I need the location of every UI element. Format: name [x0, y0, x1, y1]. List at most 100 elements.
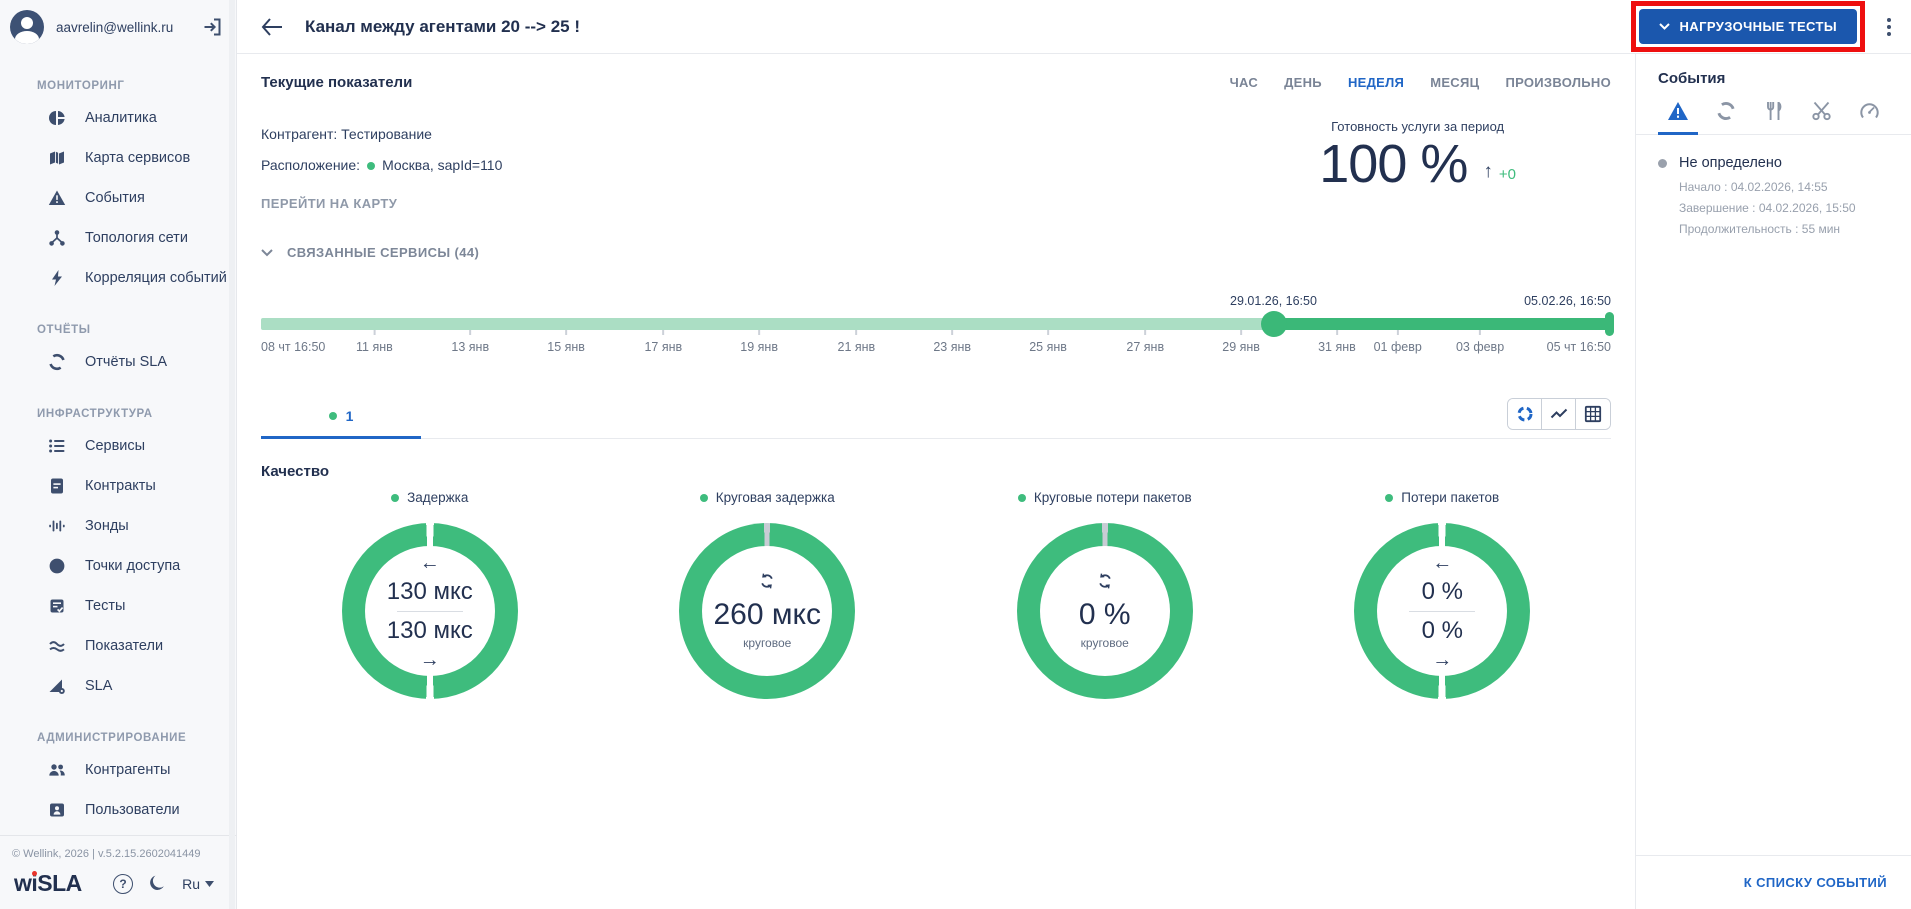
document-icon [47, 476, 67, 496]
chevron-down-icon [261, 249, 273, 257]
tab-service-1[interactable]: 1 [261, 398, 421, 439]
sidebar-item-event-correlation[interactable]: Корреляция событий [0, 258, 236, 298]
line-chart-icon [1550, 405, 1568, 423]
alert-triangle-icon [1667, 101, 1689, 121]
axis-tick: 29 янв [1222, 330, 1260, 354]
axis-tick: 11 янв [356, 330, 393, 354]
sidebar-item-sla[interactable]: SLA [0, 666, 236, 706]
language-selector[interactable]: Ru [182, 876, 214, 892]
tab-month[interactable]: МЕСЯЦ [1430, 75, 1479, 90]
event-item[interactable]: Не определено Начало : 04.02.2026, 14:55… [1636, 135, 1911, 260]
section-infrastructure: ИНФРАСТРУКТУРА [37, 408, 236, 420]
slider-end-handle[interactable] [1605, 312, 1614, 336]
topology-icon [47, 228, 67, 248]
slider-axis: 08 чт 16:50 11 янв 13 янв 15 янв 17 янв … [261, 330, 1611, 370]
sidebar-item-counterparties[interactable]: Контрагенты [0, 750, 236, 790]
sidebar-item-tests[interactable]: Тесты [0, 586, 236, 626]
scissors-icon [1811, 101, 1832, 121]
sidebar-item-label: Зонды [85, 518, 129, 534]
events-tab-threshold[interactable] [1849, 101, 1889, 135]
related-services-toggle[interactable]: СВЯЗАННЫЕ СЕРВИСЫ (44) [261, 245, 1611, 260]
help-icon[interactable]: ? [113, 874, 133, 894]
tab-hour[interactable]: ЧАС [1230, 75, 1259, 90]
axis-tick: 03 февр [1456, 330, 1504, 354]
axis-tick: 27 янв [1126, 330, 1164, 354]
event-duration: Продолжительность : 55 мин [1679, 219, 1889, 240]
load-tests-button[interactable]: НАГРУЗОЧНЫЕ ТЕСТЫ [1639, 9, 1858, 44]
go-to-map-link[interactable]: ПЕРЕЙТИ НА КАРТУ [261, 188, 502, 219]
sidebar-item-analytics[interactable]: Аналитика [0, 98, 236, 138]
sidebar-item-label: Пользователи [85, 802, 180, 818]
sidebar-item-users[interactable]: Пользователи [0, 790, 236, 830]
sidebar-item-label: Отчёты SLA [85, 354, 167, 370]
event-status: Не определено [1679, 155, 1782, 171]
sidebar-item-service-map[interactable]: Карта сервисов [0, 138, 236, 178]
sidebar-item-label: SLA [85, 678, 112, 694]
app-root: aavrelin@wellink.ru МОНИТОРИНГ Аналитика… [0, 0, 1911, 909]
main-content: Текущие показатели ЧАС ДЕНЬ НЕДЕЛЯ МЕСЯЦ… [237, 54, 1635, 909]
time-range-slider[interactable]: 29.01.26, 16:50 05.02.26, 16:50 08 чт 16… [261, 316, 1611, 376]
sidebar-item-contracts[interactable]: Контракты [0, 466, 236, 506]
axis-tick: 19 янв [740, 330, 778, 354]
avatar[interactable] [10, 10, 44, 44]
slider-track[interactable] [261, 318, 1611, 330]
tab-custom[interactable]: ПРОИЗВОЛЬНО [1505, 75, 1611, 90]
quality-gauges: Задержка ← 130 мкс 130 мкс → [261, 490, 1611, 699]
axis-tick: 21 янв [837, 330, 875, 354]
events-filter-tabs [1636, 87, 1911, 135]
arrow-right-icon: → [420, 650, 440, 670]
gauge-divider [1409, 611, 1475, 612]
back-arrow-icon[interactable] [261, 18, 283, 36]
section-reports: ОТЧЁТЫ [37, 324, 236, 336]
sidebar-item-probes[interactable]: Зонды [0, 506, 236, 546]
gauge-value: 260 мкс [714, 598, 821, 632]
status-green-dot [1018, 494, 1026, 502]
annotation-red-box: НАГРУЗОЧНЫЕ ТЕСТЫ [1631, 1, 1866, 52]
sidebar-item-events[interactable]: События [0, 178, 236, 218]
events-list-link[interactable]: К СПИСКУ СОБЫТИЙ [1744, 875, 1887, 890]
sidebar-item-label: Топология сети [85, 230, 188, 246]
sidebar-item-topology[interactable]: Топология сети [0, 218, 236, 258]
sidebar-footer: © Wellink, 2026 | v.5.2.15.2602041449 wi… [0, 835, 236, 909]
logout-icon[interactable] [202, 17, 222, 37]
kebab-menu-icon[interactable] [1881, 14, 1897, 40]
axis-tick: 23 янв [933, 330, 971, 354]
axis-tick: 17 янв [644, 330, 682, 354]
header-actions: НАГРУЗОЧНЫЕ ТЕСТЫ [1631, 1, 1898, 52]
tools-icon [1765, 101, 1783, 121]
trend-up-arrow: ↑ [1483, 161, 1493, 183]
axis-tick: 08 чт 16:50 [261, 330, 325, 354]
events-tab-refresh[interactable] [1706, 101, 1746, 135]
sidebar-item-label: Корреляция событий [85, 270, 227, 286]
sidebar-item-sla-reports[interactable]: Отчёты SLA [0, 342, 236, 382]
events-tab-alerts[interactable] [1658, 101, 1698, 135]
dark-mode-icon[interactable] [148, 874, 167, 893]
events-tab-cut[interactable] [1801, 101, 1841, 135]
sidebar-item-indicators[interactable]: Показатели [0, 626, 236, 666]
sidebar-item-services[interactable]: Сервисы [0, 426, 236, 466]
gauge-value-forward: 130 мкс [387, 578, 473, 606]
events-footer: К СПИСКУ СОБЫТИЙ [1636, 855, 1911, 909]
tab-week[interactable]: НЕДЕЛЯ [1348, 75, 1404, 90]
donut-view-button[interactable] [1508, 399, 1542, 429]
slider-selected-range [1274, 318, 1612, 330]
chart-view-button[interactable] [1542, 399, 1576, 429]
slider-handle[interactable] [1261, 311, 1287, 337]
event-status-dot [1658, 159, 1667, 168]
sidebar-item-label: Карта сервисов [85, 150, 190, 166]
tab-day[interactable]: ДЕНЬ [1284, 75, 1322, 90]
sidebar-item-label: Контракты [85, 478, 156, 494]
sidebar-item-access-points[interactable]: Точки доступа [0, 546, 236, 586]
gauge-divider [397, 611, 463, 612]
donut-gauge: ← 130 мкс 130 мкс → [342, 523, 518, 699]
status-green-dot [1385, 494, 1393, 502]
period-tabs: ЧАС ДЕНЬ НЕДЕЛЯ МЕСЯЦ ПРОИЗВОЛЬНО [1230, 75, 1611, 90]
table-view-button[interactable] [1576, 399, 1610, 429]
axis-tick: 05 чт 16:50 [1547, 330, 1611, 354]
circle-icon [47, 556, 67, 576]
status-green-dot [700, 494, 708, 502]
events-tab-maintenance[interactable] [1754, 101, 1794, 135]
language-label: Ru [182, 876, 200, 892]
event-details: Начало : 04.02.2026, 14:55 Завершение : … [1679, 177, 1889, 240]
service-tabs-row: 1 [261, 398, 1611, 439]
